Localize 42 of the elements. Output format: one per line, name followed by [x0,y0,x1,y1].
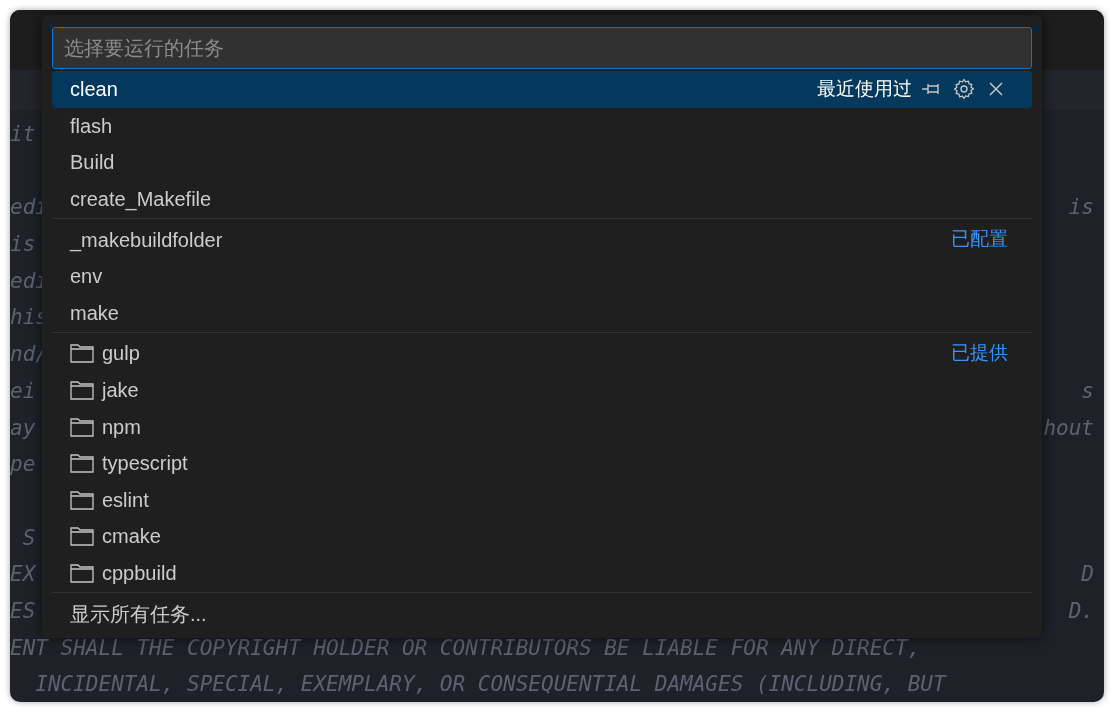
code-text: EX [10,561,36,589]
list-item[interactable]: clean 最近使用过 [52,71,1032,108]
code-text: D [1081,561,1094,589]
list-item[interactable]: 显示所有任务... [52,595,1032,632]
list-item[interactable]: typescript [52,444,1032,482]
settings-icon[interactable] [952,77,976,102]
list-item[interactable]: _makebuildfolder 已配置 [52,221,1032,258]
code-text: pe [10,451,36,479]
search-field[interactable]: 选择要运行的任务 [52,27,1032,69]
folder-icon [70,489,94,510]
code-text: it [10,121,36,148]
folder-icon [70,453,94,474]
folder-icon [70,416,94,437]
code-text: S [21,524,36,552]
status-label: 最近使用过 [817,77,912,102]
list-item[interactable]: gulp 已提供 [52,335,1032,372]
code-text: is [10,231,36,259]
code-text: ES [10,597,36,625]
folder-icon [70,343,94,364]
code-text: s [1081,377,1094,405]
list-item[interactable]: jake [52,371,1032,409]
folder-icon [70,380,94,401]
code-text: D. [1068,597,1094,625]
list-item[interactable]: Build [52,144,1032,181]
code-text: hout [1043,414,1094,442]
list-item[interactable]: make [52,294,1032,332]
code-text: ay [10,414,36,442]
code-text: ENT SHALL THE COPYRIGHT HOLDER OR CONTRIBUTORS BE LIABLE FOR ANY DIRECT, [10,634,921,662]
status-label: 已配置 [951,227,1008,252]
folder-icon [70,526,94,547]
code-text: is [1068,194,1094,222]
list-item[interactable]: env [52,257,1032,295]
list-item[interactable]: create_Makefile [52,180,1032,218]
list-item[interactable]: cppbuild [52,554,1032,592]
code-text: INCIDENTAL, SPECIAL, EXEMPLARY, OR CONSEQUENTIAL DAMAGES (INCLUDING, BUT [34,671,946,699]
code-text: ei [10,377,36,405]
status-label: 已提供 [951,341,1008,366]
list-item[interactable]: cmake [52,518,1032,555]
list-item[interactable]: eslint [52,481,1032,519]
list-item[interactable]: npm [52,408,1032,445]
folder-icon [70,563,94,583]
list-item[interactable]: flash [52,107,1032,145]
